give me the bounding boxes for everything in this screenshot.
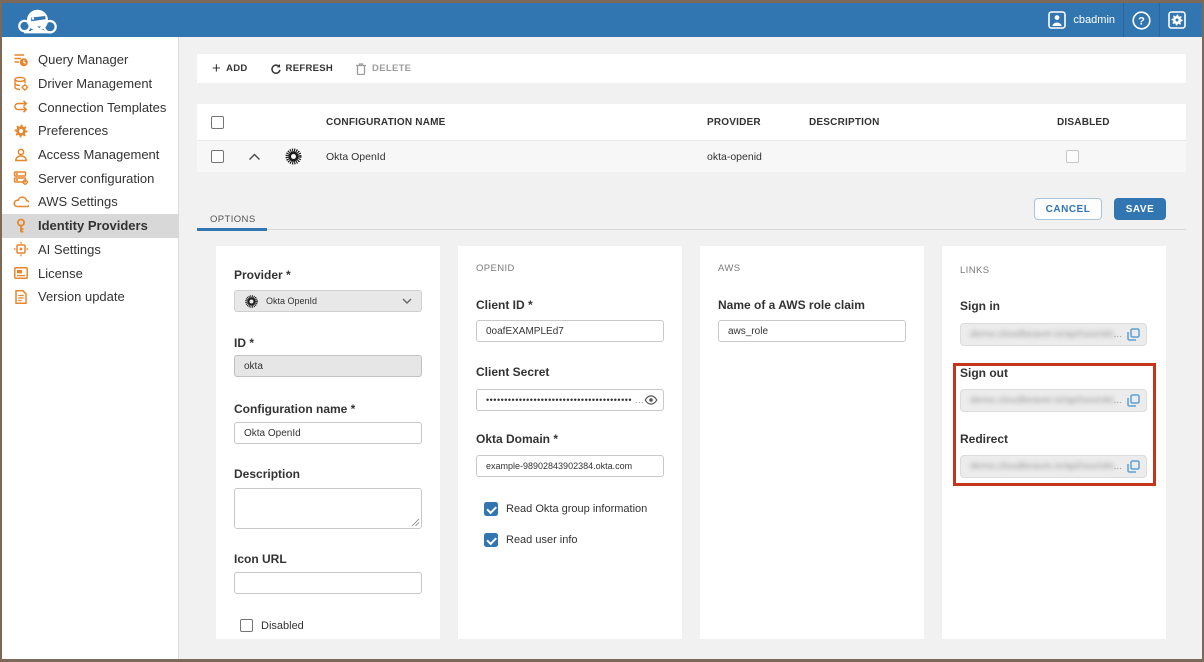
- svg-text:?: ?: [1138, 15, 1145, 27]
